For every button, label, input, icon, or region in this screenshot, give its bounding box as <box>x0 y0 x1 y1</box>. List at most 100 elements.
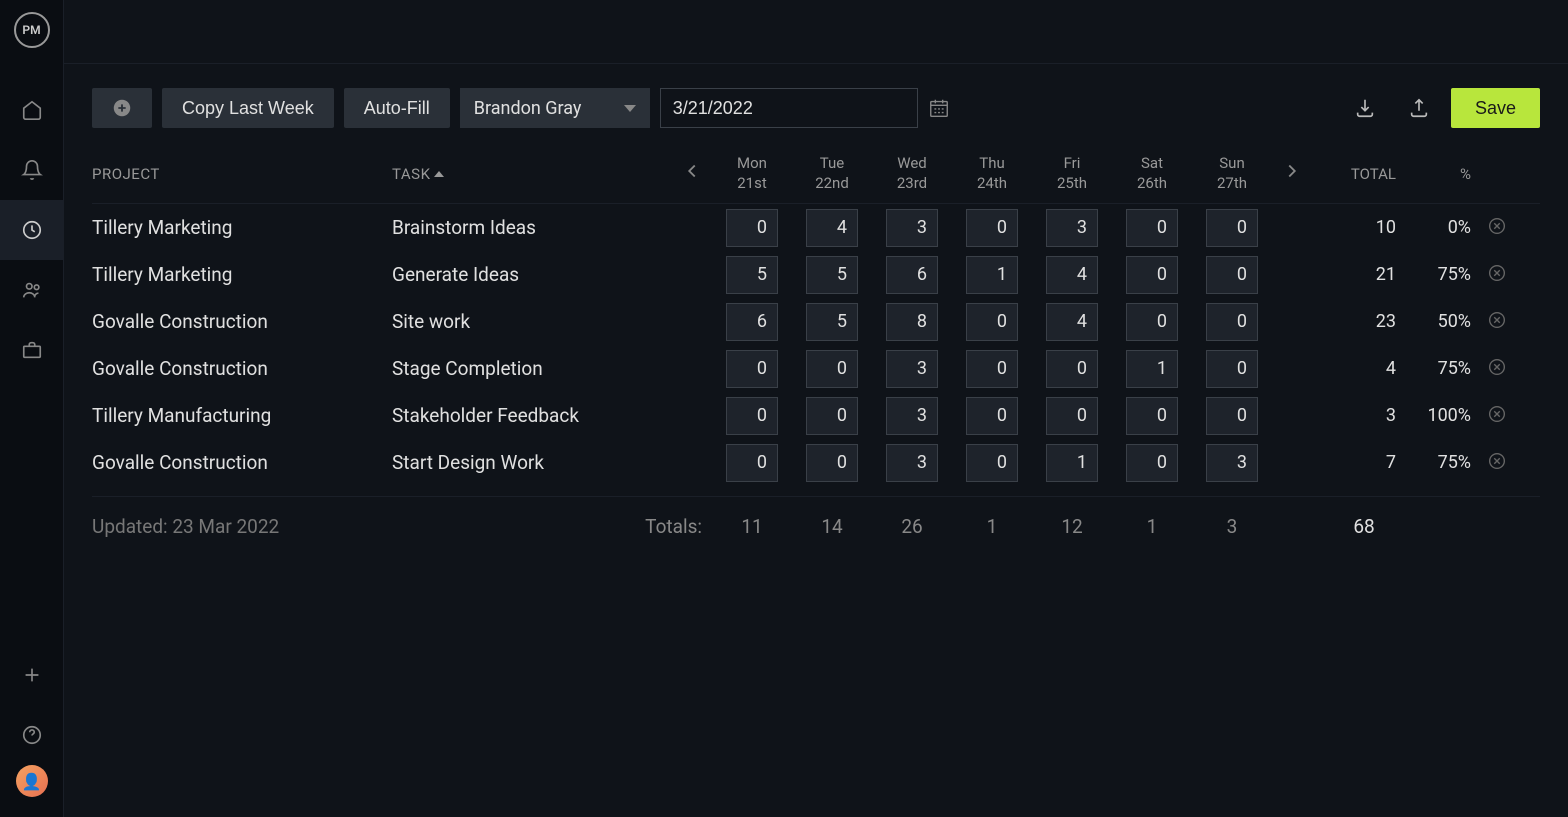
date-input[interactable] <box>660 88 918 128</box>
hour-input[interactable]: 0 <box>1126 303 1178 341</box>
delete-row-button[interactable] <box>1477 215 1517 241</box>
totals-label: Totals: <box>392 515 712 538</box>
hour-input[interactable]: 8 <box>886 303 938 341</box>
hour-input[interactable]: 0 <box>726 209 778 247</box>
hour-input[interactable]: 0 <box>1206 303 1258 341</box>
hour-input[interactable]: 6 <box>886 256 938 294</box>
header-task[interactable]: TASK <box>392 165 672 183</box>
nav-timesheet[interactable] <box>0 200 64 260</box>
hour-input[interactable]: 0 <box>806 350 858 388</box>
delete-row-button[interactable] <box>1477 450 1517 476</box>
day-total-sun: 3 <box>1192 515 1272 538</box>
hour-input[interactable]: 3 <box>886 397 938 435</box>
hour-input[interactable]: 0 <box>966 303 1018 341</box>
nav-home[interactable] <box>0 80 64 140</box>
hour-input[interactable]: 6 <box>726 303 778 341</box>
chevron-right-icon <box>1281 160 1303 182</box>
hour-input[interactable]: 0 <box>1206 209 1258 247</box>
hour-input[interactable]: 0 <box>806 397 858 435</box>
table-row: Tillery MarketingBrainstorm Ideas0430300… <box>92 204 1540 251</box>
auto-fill-button[interactable]: Auto-Fill <box>344 88 450 128</box>
header-day-wed: Wed23rd <box>872 154 952 193</box>
hour-input[interactable]: 0 <box>1046 350 1098 388</box>
calendar-icon <box>928 97 950 119</box>
hour-input[interactable]: 0 <box>1126 209 1178 247</box>
save-button[interactable]: Save <box>1451 88 1540 128</box>
home-icon <box>21 99 43 121</box>
nav-people[interactable] <box>0 260 64 320</box>
row-total: 4 <box>1312 358 1402 379</box>
hour-input[interactable]: 3 <box>886 350 938 388</box>
import-button[interactable] <box>1351 94 1379 122</box>
hour-input[interactable]: 5 <box>726 256 778 294</box>
hour-input[interactable]: 3 <box>1046 209 1098 247</box>
close-circle-icon <box>1486 403 1508 425</box>
hour-input[interactable]: 1 <box>1126 350 1178 388</box>
hour-input[interactable]: 0 <box>1126 256 1178 294</box>
app-logo: PM <box>14 12 50 48</box>
row-pct: 50% <box>1402 311 1477 332</box>
header-day-mon: Mon21st <box>712 154 792 193</box>
nav-briefcase[interactable] <box>0 320 64 380</box>
hour-input[interactable]: 3 <box>886 209 938 247</box>
row-pct: 75% <box>1402 452 1477 473</box>
delete-row-button[interactable] <box>1477 356 1517 382</box>
nav-notifications[interactable] <box>0 140 64 200</box>
hour-input[interactable]: 5 <box>806 303 858 341</box>
delete-row-button[interactable] <box>1477 262 1517 288</box>
hour-input[interactable]: 1 <box>966 256 1018 294</box>
add-row-button[interactable] <box>92 88 152 128</box>
user-select[interactable]: Brandon Gray <box>460 88 650 128</box>
hour-input[interactable]: 0 <box>726 397 778 435</box>
updated-text: Updated: 23 Mar 2022 <box>92 515 392 538</box>
hour-input[interactable]: 0 <box>1126 444 1178 482</box>
row-project: Govalle Construction <box>92 357 392 380</box>
day-total-fri: 12 <box>1032 515 1112 538</box>
hour-input[interactable]: 1 <box>1046 444 1098 482</box>
header-pct: % <box>1402 165 1477 183</box>
row-task: Stage Completion <box>392 357 672 380</box>
hour-input[interactable]: 5 <box>806 256 858 294</box>
prev-week-button[interactable] <box>672 160 712 187</box>
hour-input[interactable]: 0 <box>966 397 1018 435</box>
hour-input[interactable]: 4 <box>1046 256 1098 294</box>
copy-last-week-button[interactable]: Copy Last Week <box>162 88 334 128</box>
user-select-value: Brandon Gray <box>474 98 582 119</box>
day-total-tue: 14 <box>792 515 872 538</box>
hour-input[interactable]: 3 <box>886 444 938 482</box>
hour-input[interactable]: 0 <box>1206 256 1258 294</box>
hour-input[interactable]: 0 <box>1206 350 1258 388</box>
calendar-button[interactable] <box>928 94 956 122</box>
hour-input[interactable]: 0 <box>806 444 858 482</box>
header-project[interactable]: PROJECT <box>92 165 392 183</box>
row-task: Generate Ideas <box>392 263 672 286</box>
close-circle-icon <box>1486 356 1508 378</box>
hour-input[interactable]: 4 <box>1046 303 1098 341</box>
hour-input[interactable]: 0 <box>726 444 778 482</box>
help-icon <box>21 724 43 746</box>
hour-input[interactable]: 0 <box>966 444 1018 482</box>
hour-input[interactable]: 0 <box>966 350 1018 388</box>
day-total-thu: 1 <box>952 515 1032 538</box>
delete-row-button[interactable] <box>1477 309 1517 335</box>
hour-input[interactable]: 0 <box>1046 397 1098 435</box>
row-project: Tillery Marketing <box>92 216 392 239</box>
nav-help[interactable] <box>0 705 64 765</box>
hour-input[interactable]: 0 <box>1126 397 1178 435</box>
row-project: Govalle Construction <box>92 451 392 474</box>
close-circle-icon <box>1486 262 1508 284</box>
hour-input[interactable]: 3 <box>1206 444 1258 482</box>
hour-input[interactable]: 4 <box>806 209 858 247</box>
plus-circle-icon <box>111 97 133 119</box>
chevron-down-icon <box>624 105 636 112</box>
hour-input[interactable]: 0 <box>966 209 1018 247</box>
people-icon <box>21 279 43 301</box>
delete-row-button[interactable] <box>1477 403 1517 429</box>
chevron-left-icon <box>681 160 703 182</box>
export-button[interactable] <box>1405 94 1433 122</box>
next-week-button[interactable] <box>1272 160 1312 187</box>
hour-input[interactable]: 0 <box>1206 397 1258 435</box>
nav-add[interactable] <box>0 645 64 705</box>
user-avatar[interactable]: 👤 <box>16 765 48 797</box>
hour-input[interactable]: 0 <box>726 350 778 388</box>
